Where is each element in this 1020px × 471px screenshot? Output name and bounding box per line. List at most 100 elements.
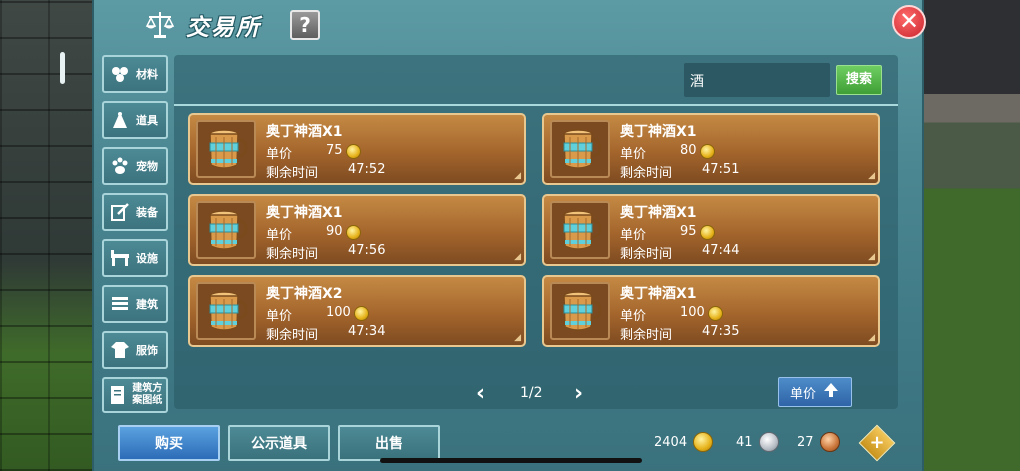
plus-icon: + (869, 432, 885, 453)
item-price: 75 (326, 143, 343, 158)
facility-icon (108, 246, 132, 270)
listing-card[interactable]: 奥丁神酒X1 单价 100 剩余时间 47:35 ◢ (542, 275, 880, 347)
time-left-label: 剩余时间 (620, 328, 673, 343)
bronze-balance: 27 (797, 432, 840, 452)
balance-scale-icon (144, 8, 176, 40)
card-corner-icon: ◢ (514, 171, 521, 181)
gold-amount: 2404 (654, 434, 688, 450)
background-left-scenery (0, 0, 92, 471)
gold-coin-icon (708, 306, 723, 321)
add-currency-button[interactable]: + (858, 424, 896, 462)
page-title: 交易所 (186, 15, 261, 41)
item-price: 95 (680, 224, 697, 239)
gold-coin-icon (346, 225, 361, 240)
sidebar-item-label: 道具 (136, 114, 158, 127)
help-button[interactable]: ? (290, 10, 320, 40)
wine-barrel-icon (550, 282, 610, 340)
item-name: 奥丁神酒X1 (266, 205, 343, 221)
time-left-label: 剩余时间 (620, 247, 673, 262)
sidebar-item-building[interactable]: 建筑 (102, 285, 168, 323)
sidebar-item-props[interactable]: 道具 (102, 101, 168, 139)
sidebar-item-clothing[interactable]: 服饰 (102, 331, 168, 369)
tab-sell[interactable]: 出售 (338, 425, 440, 461)
gold-balance: 2404 (654, 432, 714, 452)
wine-barrel-icon (196, 282, 256, 340)
silver-balance: 41 (736, 432, 779, 452)
item-name: 奥丁神酒X1 (266, 124, 343, 140)
building-icon (108, 292, 132, 316)
sidebar-item-equipment[interactable]: 装备 (102, 193, 168, 231)
home-indicator (380, 458, 642, 463)
listing-card[interactable]: 奥丁神酒X1 单价 90 剩余时间 47:56 ◢ (188, 194, 526, 266)
gold-coin-icon (693, 432, 714, 452)
item-name: 奥丁神酒X1 (620, 286, 697, 302)
prev-page-button[interactable]: ‹ (476, 381, 485, 406)
sort-by-price-button[interactable]: 单价 (778, 377, 852, 407)
item-time-left: 47:35 (702, 324, 740, 339)
sidebar-item-label: 材料 (136, 68, 158, 81)
card-corner-icon: ◢ (868, 333, 875, 343)
item-time-left: 47:52 (348, 162, 386, 177)
price-label: 单价 (620, 309, 647, 324)
time-left-label: 剩余时间 (266, 247, 319, 262)
background-right-scenery (924, 0, 1020, 471)
item-name: 奥丁神酒X1 (620, 205, 697, 221)
sort-label: 单价 (789, 386, 816, 402)
sidebar-item-label: 设施 (136, 252, 158, 265)
tab-public-items[interactable]: 公示道具 (228, 425, 330, 461)
materials-icon (108, 62, 132, 86)
wine-barrel-icon (550, 201, 610, 259)
page-indicator: 1/2 (520, 385, 543, 401)
card-corner-icon: ◢ (514, 333, 521, 343)
card-corner-icon: ◢ (868, 171, 875, 181)
sort-arrow-icon (822, 381, 840, 403)
bottom-bar: 购买 公示道具 出售 2404 41 27 + (94, 420, 926, 471)
sidebar-item-materials[interactable]: 材料 (102, 55, 168, 93)
item-price: 90 (326, 224, 343, 239)
listing-card[interactable]: 奥丁神酒X2 单价 100 剩余时间 47:34 ◢ (188, 275, 526, 347)
listing-card[interactable]: 奥丁神酒X1 单价 80 剩余时间 47:51 ◢ (542, 113, 880, 185)
wine-barrel-icon (196, 201, 256, 259)
silver-amount: 41 (736, 434, 753, 450)
sidebar-item-facility[interactable]: 设施 (102, 239, 168, 277)
price-label: 单价 (620, 147, 647, 162)
price-label: 单价 (620, 228, 647, 243)
pet-paw-icon (108, 154, 132, 178)
clothing-icon (108, 338, 132, 362)
item-time-left: 47:44 (702, 243, 740, 258)
bronze-amount: 27 (797, 434, 814, 450)
wine-barrel-icon (550, 120, 610, 178)
gold-coin-icon (346, 144, 361, 159)
divider (174, 104, 898, 106)
props-icon (108, 108, 132, 132)
item-price: 80 (680, 143, 697, 158)
listing-card[interactable]: 奥丁神酒X1 单价 95 剩余时间 47:44 ◢ (542, 194, 880, 266)
bronze-coin-icon (819, 432, 840, 452)
wine-barrel-icon (196, 120, 256, 178)
item-time-left: 47:56 (348, 243, 386, 258)
title-bar: 交易所 ? (94, 0, 922, 50)
time-left-label: 剩余时间 (266, 328, 319, 343)
tab-buy[interactable]: 购买 (118, 425, 220, 461)
next-page-button[interactable]: › (574, 381, 583, 406)
item-price: 100 (326, 305, 351, 320)
price-label: 单价 (266, 147, 293, 162)
sidebar-item-blueprint[interactable]: 建筑方案图纸 (102, 377, 168, 413)
gold-coin-icon (700, 144, 715, 159)
card-corner-icon: ◢ (514, 252, 521, 262)
close-button[interactable]: ✕ (892, 5, 926, 39)
blueprint-icon (108, 383, 128, 407)
sidebar-item-label: 装备 (136, 206, 158, 219)
sidebar-item-label: 服饰 (136, 344, 158, 357)
search-button[interactable]: 搜索 (836, 65, 882, 95)
sidebar-item-pets[interactable]: 宠物 (102, 147, 168, 185)
gold-coin-icon (700, 225, 715, 240)
price-label: 单价 (266, 228, 293, 243)
search-input[interactable]: 酒 (684, 63, 830, 97)
price-label: 单价 (266, 309, 293, 324)
exchange-panel: 交易所 ? 材料 道具 宠物 装备 设施 建筑 服饰 建筑方案图纸 ✕ 酒 搜索… (92, 0, 926, 471)
item-time-left: 47:51 (702, 162, 740, 177)
listing-card[interactable]: 奥丁神酒X1 单价 75 剩余时间 47:52 ◢ (188, 113, 526, 185)
equipment-icon (108, 200, 132, 224)
time-left-label: 剩余时间 (266, 166, 319, 181)
